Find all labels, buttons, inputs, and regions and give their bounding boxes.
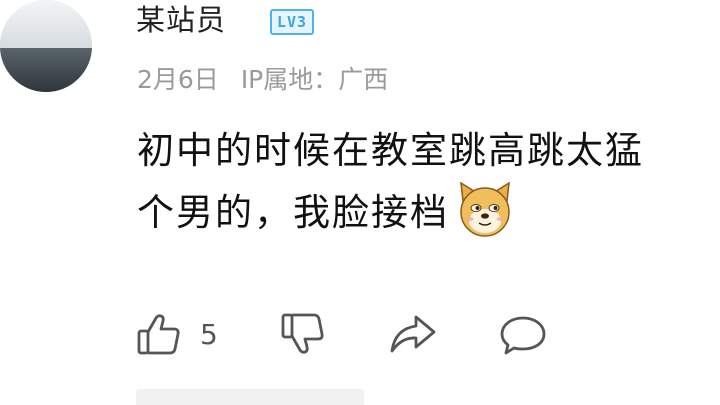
like-count: 5: [200, 317, 218, 351]
comment-item: 某站员 LV3 2月6日 IP属地：广西 初中的时候在教室跳高跳太猛 个男的，我脸…: [0, 0, 720, 405]
ip-location: IP属地：广西: [240, 65, 389, 94]
comment-text-line-1: 初中的时候在教室跳高跳太猛: [137, 129, 644, 172]
reply-preview-box[interactable]: [136, 389, 364, 405]
like-button[interactable]: 5: [136, 310, 218, 358]
thumbs-down-icon: [280, 311, 326, 357]
comment-text-line-2-wrap: 个男的，我脸接档: [137, 182, 720, 244]
doge-emoji-icon: [455, 182, 515, 239]
reply-button[interactable]: [498, 310, 548, 358]
comment-text-line-2: 个男的，我脸接档: [137, 191, 449, 234]
comment-meta: 2月6日 IP属地：广西: [137, 62, 388, 98]
share-button[interactable]: [388, 310, 438, 358]
level-badge: LV3: [270, 9, 315, 35]
dislike-button[interactable]: [280, 310, 326, 358]
share-icon: [388, 311, 438, 357]
thumbs-up-icon: [136, 311, 182, 357]
comment-icon: [498, 311, 548, 357]
avatar[interactable]: [0, 0, 92, 92]
username[interactable]: 某站员: [136, 2, 226, 38]
comment-date: 2月6日: [137, 65, 219, 94]
avatar-landscape: [0, 48, 92, 92]
avatar-sky: [0, 0, 92, 50]
comment-content[interactable]: 初中的时候在教室跳高跳太猛 个男的，我脸接档: [137, 120, 720, 244]
